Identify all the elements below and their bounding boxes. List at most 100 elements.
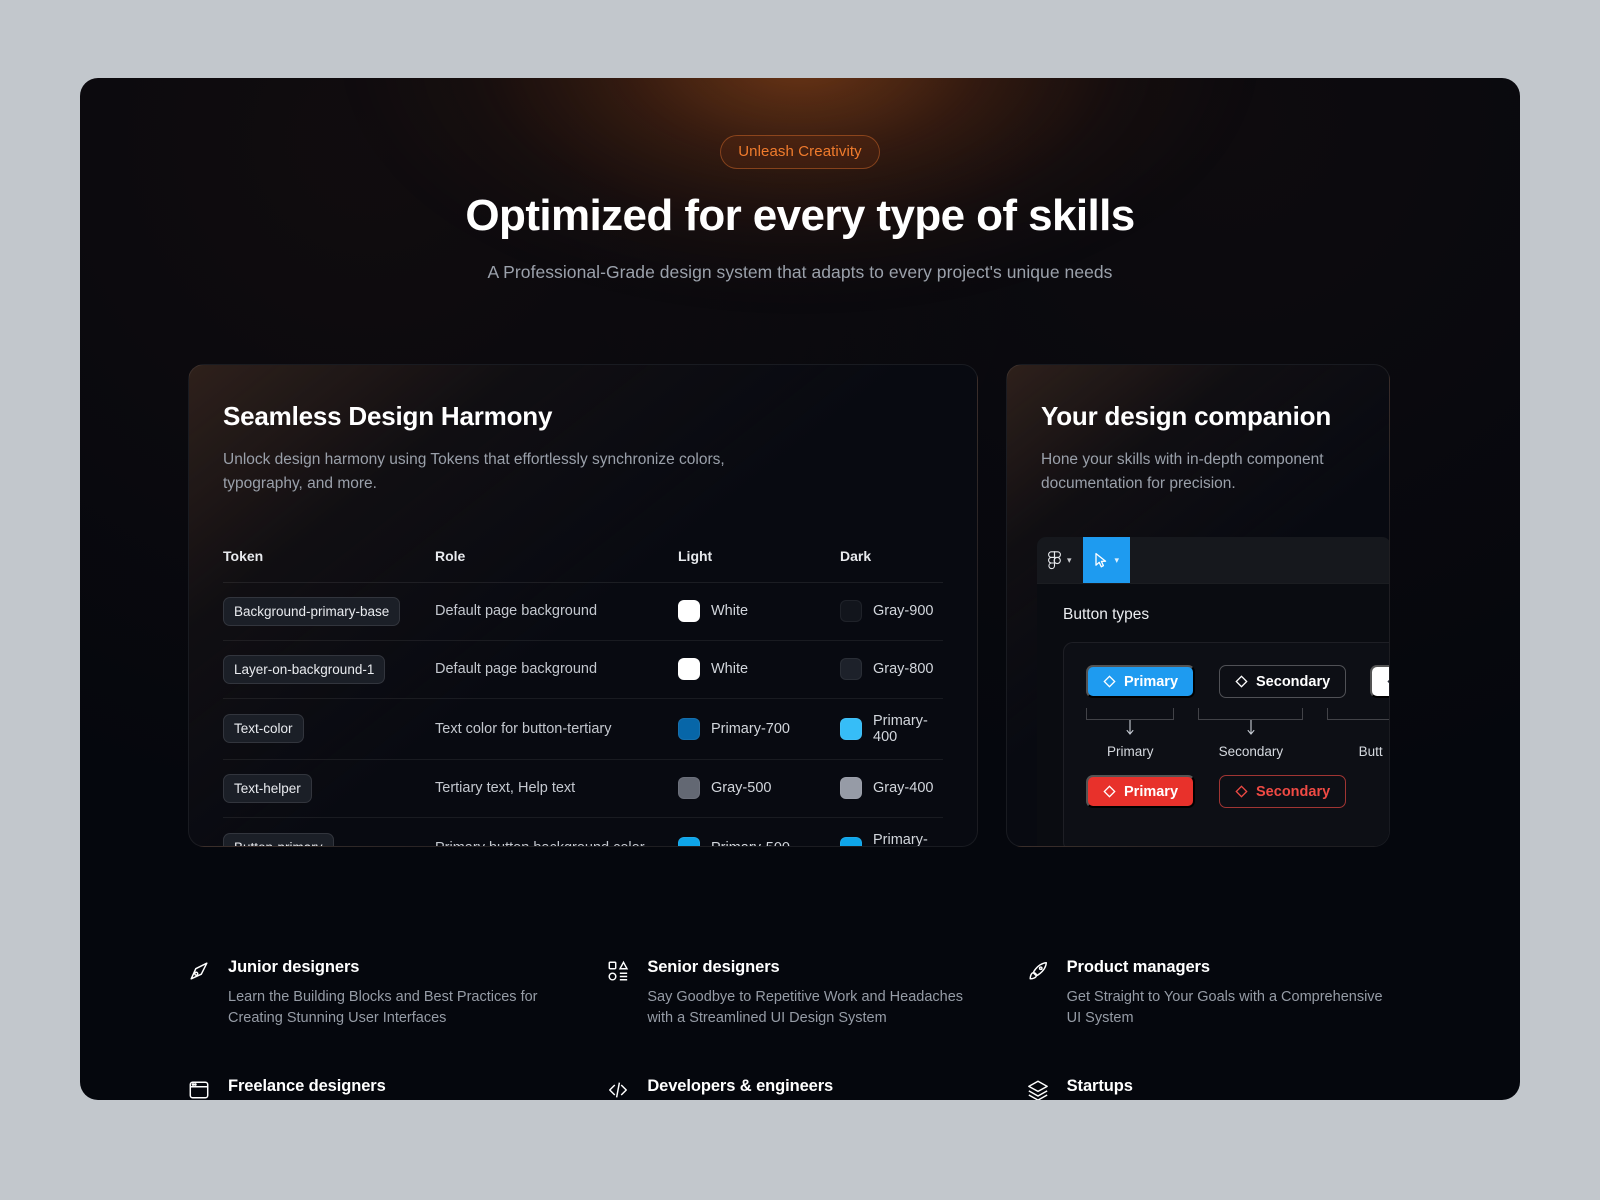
hero-section: Unleash Creativity Optimized for every t… bbox=[80, 78, 1520, 283]
table-row: Text-helper Tertiary text, Help text Gray-… bbox=[223, 759, 943, 818]
button-primary-blue[interactable]: Primary bbox=[1086, 665, 1196, 698]
persona-product-managers: Product managers Get Straight to Your Go… bbox=[1027, 958, 1418, 1029]
color-swatch-dark bbox=[840, 717, 862, 740]
card-your-design-companion: Your design companion Hone your skills w… bbox=[1006, 364, 1390, 847]
diamond-icon bbox=[1103, 785, 1116, 798]
page-root: Unleash Creativity Optimized for every t… bbox=[0, 0, 1600, 1200]
page-title: Optimized for every type of skills bbox=[465, 191, 1135, 240]
cell-light: Primary-500 bbox=[678, 817, 840, 846]
measure-labels-row: Primary Secondary Butt bbox=[1086, 744, 1389, 759]
cell-role: Primary button background color bbox=[435, 817, 678, 846]
table-header-row: Token Role Light Dark bbox=[223, 548, 943, 583]
button-types-heading: Button types bbox=[1063, 606, 1150, 623]
button-secondary-red[interactable]: Secondary bbox=[1219, 775, 1347, 808]
persona-title: Freelance designers bbox=[228, 1077, 386, 1096]
persona-freelance-designers: Freelance designers bbox=[188, 1077, 579, 1100]
persona-description: Get Straight to Your Goals with a Compre… bbox=[1066, 989, 1383, 1027]
color-swatch-light bbox=[678, 836, 700, 846]
color-swatch-light bbox=[678, 777, 700, 800]
cell-role: Text color for button-tertiary bbox=[435, 698, 678, 759]
persona-title: Product managers bbox=[1066, 958, 1210, 976]
cell-role: Tertiary text, Help text bbox=[435, 759, 678, 817]
cell-token: Button-primary bbox=[223, 817, 435, 846]
cell-dark: Gray-900 bbox=[840, 582, 943, 640]
cell-token: Layer-on-background-1 bbox=[223, 640, 435, 698]
swatch-label-dark: Gray-400 bbox=[873, 780, 934, 797]
components-icon bbox=[607, 958, 631, 1029]
cell-role: Default page background bbox=[435, 640, 678, 698]
chevron-down-icon: ▾ bbox=[1067, 554, 1072, 565]
role-text: Primary button background color bbox=[435, 840, 645, 846]
personas-grid: Junior designers Learn the Building Bloc… bbox=[188, 958, 1418, 1100]
left-card-description: Unlock design harmony using Tokens that … bbox=[223, 451, 725, 492]
chevron-down-icon: ▾ bbox=[1114, 554, 1120, 565]
cell-light: White bbox=[678, 582, 840, 640]
persona-title: Senior designers bbox=[647, 958, 780, 976]
button-label: Secondary bbox=[1256, 673, 1331, 690]
figma-canvas: Button types Primary Secondary Primary S… bbox=[1037, 583, 1389, 846]
card-seamless-design-harmony: Seamless Design Harmony Unlock design ha… bbox=[188, 364, 978, 847]
table-row: Layer-on-background-1 Default page backgr… bbox=[223, 640, 943, 699]
button-tertiary-white[interactable] bbox=[1370, 665, 1389, 698]
col-header-role: Role bbox=[435, 547, 466, 564]
table-row: Button-primary Primary button background … bbox=[223, 817, 943, 846]
diamond-icon bbox=[1387, 675, 1389, 688]
code-icon bbox=[607, 1077, 631, 1100]
measure-bracket bbox=[1198, 698, 1304, 742]
persona-title: Developers & engineers bbox=[647, 1077, 834, 1096]
cell-light: Primary-700 bbox=[678, 698, 840, 759]
persona-senior-designers: Senior designers Say Goodbye to Repetiti… bbox=[607, 958, 998, 1029]
color-swatch-light bbox=[678, 600, 700, 623]
token-chip[interactable]: Layer-on-background-1 bbox=[223, 654, 386, 684]
pen-tool-icon bbox=[188, 958, 212, 1029]
table-row: Text-color Text color for button-tertiary… bbox=[223, 698, 943, 760]
figma-mockup: ▾ ▾ Button types Primary Secondary Prima… bbox=[1037, 537, 1389, 846]
role-text: Default page background bbox=[435, 603, 598, 620]
col-header-token: Token bbox=[223, 547, 264, 564]
persona-description: Say Goodbye to Repetitive Work and Heada… bbox=[647, 989, 964, 1027]
cursor-icon bbox=[1094, 552, 1109, 569]
persona-title: Junior designers bbox=[228, 958, 360, 976]
button-label: Secondary bbox=[1256, 783, 1331, 800]
col-header-light: Light bbox=[678, 547, 713, 564]
button-types-board: Primary Secondary Primary Secondary Butt… bbox=[1063, 642, 1389, 846]
persona-startups: Startups bbox=[1027, 1077, 1418, 1100]
table-head: Token Role Light Dark bbox=[223, 548, 943, 583]
figma-logo-icon bbox=[1048, 550, 1061, 570]
figma-logo-tool[interactable]: ▾ bbox=[1037, 537, 1083, 583]
swatch-label-light: White bbox=[711, 603, 749, 620]
color-swatch-dark bbox=[840, 658, 862, 681]
token-chip[interactable]: Text-helper bbox=[223, 773, 312, 803]
swatch-label-light: White bbox=[711, 661, 749, 678]
cell-light: Gray-500 bbox=[678, 759, 840, 817]
diamond-icon bbox=[1103, 675, 1116, 688]
right-card-title: Your design companion bbox=[1041, 401, 1332, 431]
token-chip[interactable]: Text-color bbox=[223, 714, 304, 744]
token-chip[interactable]: Background-primary-base bbox=[223, 596, 401, 626]
persona-junior-designers: Junior designers Learn the Building Bloc… bbox=[188, 958, 579, 1029]
color-swatch-dark bbox=[840, 600, 862, 623]
measure-label: Butt bbox=[1358, 744, 1383, 759]
button-primary-red[interactable]: Primary bbox=[1086, 775, 1196, 808]
swatch-label-dark: Primary-400 bbox=[873, 712, 928, 745]
buttons-bottom-row: Primary Secondary bbox=[1086, 775, 1389, 808]
swatch-label-light: Primary-700 bbox=[711, 720, 790, 737]
unleash-creativity-badge[interactable]: Unleash Creativity bbox=[720, 135, 880, 169]
role-text: Text color for button-tertiary bbox=[435, 720, 612, 737]
cell-token: Text-color bbox=[223, 698, 435, 759]
diamond-icon bbox=[1235, 785, 1248, 798]
color-swatch-light bbox=[678, 658, 700, 681]
token-chip[interactable]: Button-primary bbox=[223, 833, 334, 846]
feature-cards-row: Seamless Design Harmony Unlock design ha… bbox=[188, 364, 1412, 847]
table-row: Background-primary-base Default page back… bbox=[223, 582, 943, 641]
swatch-label-light: Gray-500 bbox=[711, 780, 772, 797]
persona-developers-engineers: Developers & engineers bbox=[607, 1077, 998, 1100]
button-secondary-outline[interactable]: Secondary bbox=[1219, 665, 1347, 698]
cell-dark: Primary-500 bbox=[840, 817, 943, 846]
buttons-top-row: Primary Secondary bbox=[1086, 665, 1389, 698]
measure-label: Primary bbox=[1106, 744, 1154, 759]
button-label: Primary bbox=[1124, 783, 1179, 800]
color-swatch-light bbox=[678, 717, 700, 740]
right-card-description: Hone your skills with in-depth component… bbox=[1041, 451, 1324, 492]
move-cursor-tool[interactable]: ▾ bbox=[1082, 537, 1131, 583]
